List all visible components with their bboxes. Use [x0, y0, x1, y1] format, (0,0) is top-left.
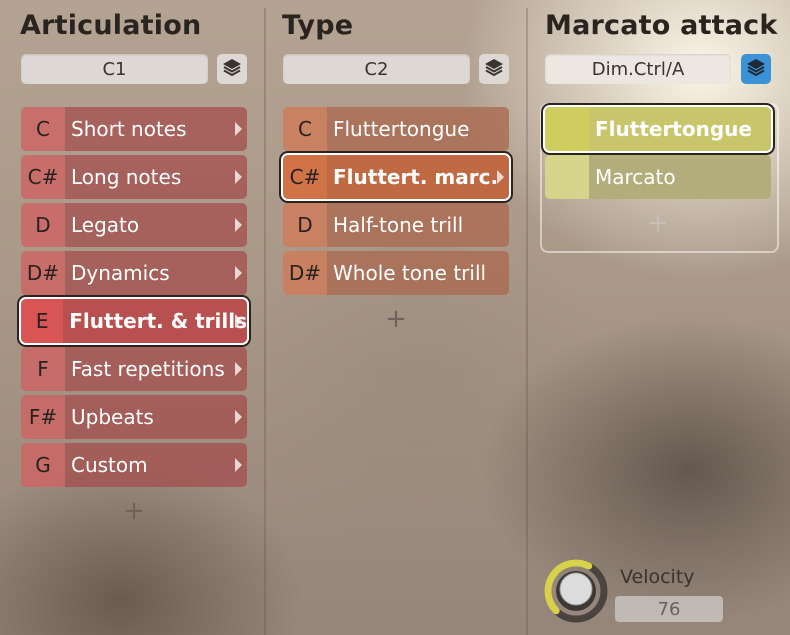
keyswitch-key: D [21, 203, 65, 247]
layer-color-swatch [545, 155, 589, 199]
type-label: Fluttertongue [327, 107, 509, 151]
chevron-right-icon [235, 314, 242, 328]
articulation-label: Long notes [65, 155, 247, 199]
keyswitch-key: D# [21, 251, 65, 295]
marcato-attack-title: Marcato attack [545, 10, 778, 41]
articulation-label: Dynamics [65, 251, 247, 295]
type-label: Fluttert. marc. [327, 155, 509, 199]
keyswitch-key: C# [21, 155, 65, 199]
articulation-item-long-notes[interactable]: C# Long notes [21, 155, 247, 199]
articulation-label: Upbeats [65, 395, 247, 439]
type-item-fluttert-marc[interactable]: C# Fluttert. marc. [281, 153, 511, 201]
marcato-layer-button[interactable] [741, 54, 771, 84]
articulation-item-custom[interactable]: G Custom [21, 443, 247, 487]
layer-color-swatch [545, 107, 589, 151]
articulation-item-fast-repetitions[interactable]: F Fast repetitions [21, 347, 247, 391]
keyswitch-key: D [283, 203, 327, 247]
keyswitch-key: F# [21, 395, 65, 439]
keyswitch-key: G [21, 443, 65, 487]
layers-icon [745, 56, 767, 82]
articulation-layer-button[interactable] [217, 54, 247, 84]
layers-icon [221, 56, 243, 82]
articulation-column: Articulation C1 C Short notes C# Long no… [0, 0, 265, 635]
keyswitch-key: C [283, 107, 327, 151]
marcato-keyswitch-selector[interactable]: Dim.Ctrl/A [545, 54, 731, 84]
type-item-fluttertongue[interactable]: C Fluttertongue [283, 107, 509, 151]
articulation-label: Fluttert. & trills [63, 299, 247, 343]
chevron-right-icon [235, 410, 242, 424]
articulation-item-dynamics[interactable]: D# Dynamics [21, 251, 247, 295]
type-layer-button[interactable] [479, 54, 509, 84]
marcato-item-marcato[interactable]: Marcato [545, 155, 771, 199]
layer-label: Fluttertongue [589, 107, 771, 151]
articulation-item-upbeats[interactable]: F# Upbeats [21, 395, 247, 439]
articulation-title: Articulation [20, 10, 202, 41]
articulation-label: Fast repetitions [65, 347, 247, 391]
articulation-label: Legato [65, 203, 247, 247]
articulation-item-fluttert-trills[interactable]: E Fluttert. & trills [19, 297, 249, 345]
type-label: Whole tone trill [327, 251, 509, 295]
add-articulation-button[interactable]: + [119, 496, 149, 526]
chevron-right-icon [235, 218, 242, 232]
articulation-label: Short notes [65, 107, 247, 151]
layers-icon [483, 56, 505, 82]
keyswitch-key: E [21, 299, 64, 343]
chevron-right-icon [497, 170, 504, 184]
keyswitch-key: D# [283, 251, 327, 295]
keyswitch-key: C# [283, 155, 327, 199]
chevron-right-icon [235, 458, 242, 472]
articulation-item-legato[interactable]: D Legato [21, 203, 247, 247]
type-title: Type [282, 10, 354, 41]
articulation-keyswitch-selector[interactable]: C1 [21, 54, 208, 84]
add-type-button[interactable]: + [381, 304, 411, 334]
layer-label: Marcato [589, 155, 771, 199]
articulation-item-short-notes[interactable]: C Short notes [21, 107, 247, 151]
add-layer-button[interactable]: + [643, 208, 673, 238]
velocity-knob[interactable] [543, 558, 609, 624]
chevron-right-icon [235, 170, 242, 184]
chevron-right-icon [235, 122, 242, 136]
type-label: Half-tone trill [327, 203, 509, 247]
velocity-value-field[interactable]: 76 [615, 596, 723, 622]
chevron-right-icon [235, 362, 242, 376]
type-item-whole-tone-trill[interactable]: D# Whole tone trill [283, 251, 509, 295]
articulation-label: Custom [65, 443, 247, 487]
type-item-half-tone-trill[interactable]: D Half-tone trill [283, 203, 509, 247]
keyswitch-key: C [21, 107, 65, 151]
velocity-label: Velocity [620, 566, 695, 588]
type-keyswitch-selector[interactable]: C2 [283, 54, 470, 84]
marcato-item-fluttertongue[interactable]: Fluttertongue [543, 105, 773, 153]
chevron-right-icon [235, 266, 242, 280]
keyswitch-key: F [21, 347, 65, 391]
